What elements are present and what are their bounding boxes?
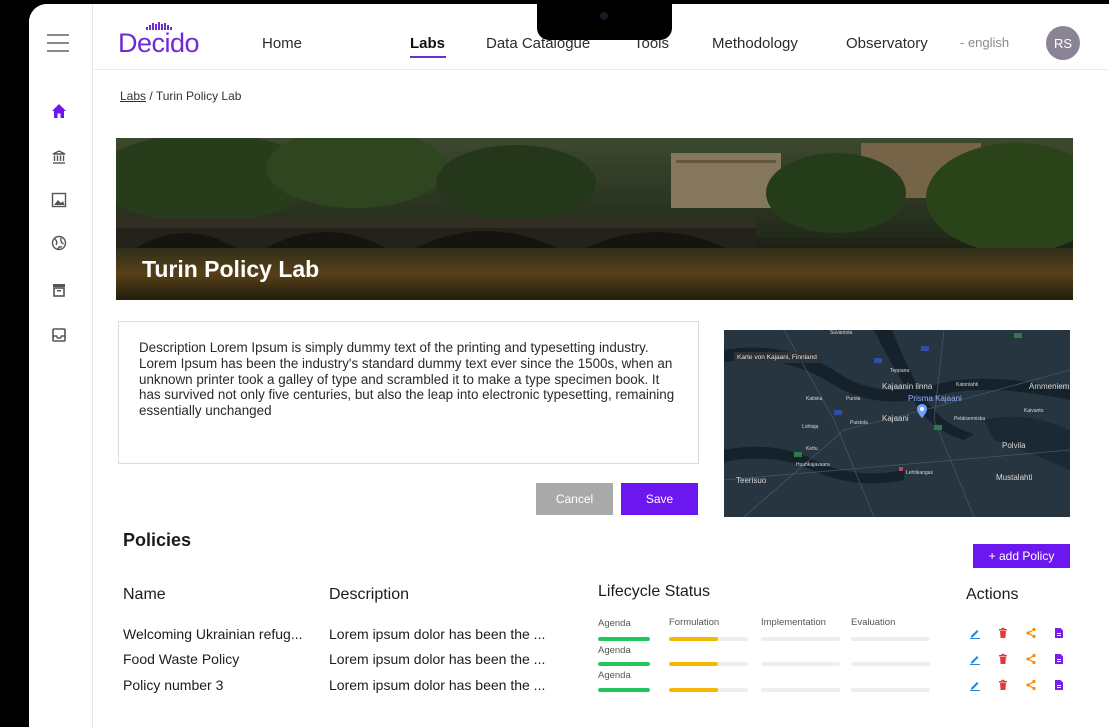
app-window: Decido Home Labs Data Catalogue Tools Me… [29, 4, 1109, 727]
column-header-description: Description [329, 586, 410, 603]
lifecycle-bar-agenda [598, 637, 650, 641]
delete-icon[interactable] [997, 626, 1009, 638]
policy-description: Lorem ipsum dolor has been the ... [329, 677, 546, 693]
map-label: Suvantola [830, 330, 853, 336]
share-icon[interactable] [1025, 652, 1037, 665]
map-label: Kettu [806, 446, 818, 452]
map-label: Puistola [850, 420, 868, 426]
active-nav-indicator [410, 56, 446, 58]
lifecycle-bar-implementation [761, 637, 840, 641]
nav-methodology[interactable]: Methodology [712, 35, 798, 52]
nav-observatory[interactable]: Observatory [846, 35, 928, 52]
lifecycle-bar-evaluation [851, 662, 930, 666]
stage-label-evaluation: Evaluation [851, 617, 896, 628]
delete-icon[interactable] [997, 652, 1009, 664]
lab-description-field[interactable]: Description Lorem Ipsum is simply dummy … [118, 321, 699, 464]
save-button[interactable]: Save [621, 483, 698, 515]
nav-home[interactable]: Home [262, 35, 302, 52]
policy-name[interactable]: Food Waste Policy [123, 651, 239, 667]
stage-label-agenda: Agenda [598, 670, 631, 681]
lifecycle-bar-evaluation [851, 637, 930, 641]
lifecycle-bar-implementation [761, 688, 840, 692]
map-pin-icon[interactable] [917, 404, 927, 423]
sidebar [29, 4, 93, 727]
map-label: Katonlahti [956, 382, 979, 388]
stage-label-agenda: Agenda [598, 645, 631, 656]
share-icon[interactable] [1025, 626, 1037, 639]
breadcrumb-separator: / [146, 89, 156, 103]
document-icon[interactable] [1053, 678, 1065, 690]
lifecycle-bar-implementation [761, 662, 840, 666]
stage-label-implementation: Implementation [761, 617, 826, 628]
column-header-name: Name [123, 586, 166, 603]
edit-icon[interactable] [969, 678, 981, 691]
document-icon[interactable] [1053, 652, 1065, 664]
policies-heading: Policies [123, 530, 192, 550]
image-icon[interactable] [50, 191, 68, 209]
map-label: Polvila [1002, 441, 1026, 450]
policy-name[interactable]: Policy number 3 [123, 677, 223, 693]
delete-icon[interactable] [997, 678, 1009, 690]
lifecycle-bar-formulation [669, 637, 748, 641]
home-icon[interactable] [50, 102, 68, 120]
lifecycle-bar-fill [669, 637, 718, 641]
policy-description: Lorem ipsum dolor has been the ... [329, 651, 546, 667]
stage-label-agenda: Agenda [598, 618, 631, 629]
map-label: Petäisenniska [954, 416, 986, 422]
location-map[interactable]: Karte von Kajaani, Finnland Kajaanin lin… [724, 330, 1070, 517]
breadcrumb-labs-link[interactable]: Labs [120, 89, 146, 103]
language-selector[interactable]: - english [960, 35, 1009, 50]
map-label: Ammeniemi [1029, 382, 1070, 391]
logo-mark-icon [145, 18, 175, 30]
map-label: Lohtaja [802, 424, 819, 430]
policy-name[interactable]: Welcoming Ukrainian refug... [123, 626, 302, 642]
map-label: Kajaanin linna [882, 382, 933, 391]
map-label: Huuhkajavaara [796, 462, 830, 468]
edit-icon[interactable] [969, 626, 981, 639]
hamburger-icon[interactable] [47, 34, 69, 52]
lifecycle-bar-fill [598, 637, 650, 641]
document-icon[interactable] [1053, 626, 1065, 638]
map-label: Purola [846, 396, 861, 402]
lab-hero-banner: Turin Policy Lab [116, 138, 1073, 300]
lifecycle-bar-fill [669, 688, 718, 692]
map-title: Karte von Kajaani, Finnland [734, 352, 820, 363]
add-policy-button[interactable]: + add Policy [973, 544, 1070, 568]
edit-icon[interactable] [969, 652, 981, 665]
map-label: Teppana [890, 368, 910, 374]
map-label: Lehtikangas [906, 470, 933, 476]
globe-icon[interactable] [50, 234, 68, 252]
decido-logo[interactable]: Decido [118, 28, 200, 59]
user-avatar[interactable]: RS [1046, 26, 1080, 60]
map-label: Prisma Kajaani [908, 394, 962, 403]
map-label: Katiska [806, 396, 823, 402]
lifecycle-bar-fill [669, 662, 718, 666]
map-label: Kaivanto [1024, 408, 1044, 414]
breadcrumb-current: Turin Policy Lab [155, 89, 242, 103]
lifecycle-bar-fill [598, 688, 650, 692]
lifecycle-bar-evaluation [851, 688, 930, 692]
column-header-actions: Actions [966, 586, 1019, 603]
breadcrumb: Labs / Turin Policy Lab [120, 89, 241, 103]
lifecycle-bar-formulation [669, 662, 748, 666]
camera-notch [537, 4, 672, 40]
inbox-icon[interactable] [50, 326, 68, 344]
bank-icon[interactable] [50, 148, 68, 166]
cancel-button[interactable]: Cancel [536, 483, 613, 515]
stage-label-formulation: Formulation [669, 617, 720, 628]
column-header-lifecycle: Lifecycle Status [598, 583, 711, 600]
lifecycle-bar-fill [598, 662, 650, 666]
lifecycle-bar-agenda [598, 688, 650, 692]
archive-icon[interactable] [50, 281, 68, 299]
map-label: Teerisuo [736, 476, 767, 485]
lifecycle-bar-agenda [598, 662, 650, 666]
lifecycle-bar-formulation [669, 688, 748, 692]
map-label: Mustalahti [996, 473, 1033, 482]
policy-description: Lorem ipsum dolor has been the ... [329, 626, 546, 642]
map-label: Kajaani [882, 414, 909, 423]
lab-title: Turin Policy Lab [142, 256, 320, 282]
share-icon[interactable] [1025, 678, 1037, 691]
nav-labs[interactable]: Labs [410, 35, 445, 52]
